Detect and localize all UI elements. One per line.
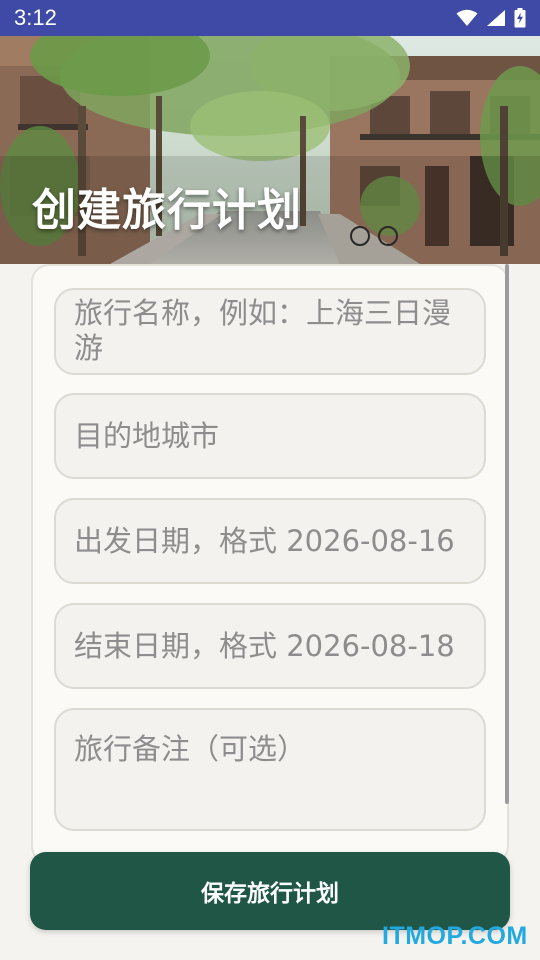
destination-city-placeholder: 目的地城市 <box>74 418 220 453</box>
end-date-input[interactable]: 结束日期，格式 2026-08-18 <box>54 603 486 689</box>
destination-city-input[interactable]: 目的地城市 <box>54 393 486 479</box>
wifi-icon <box>456 9 478 26</box>
scrollbar[interactable] <box>505 264 509 804</box>
watermark-logo: ITMOP.COM <box>382 922 528 950</box>
status-bar: 3:12 <box>0 0 540 36</box>
trip-name-input[interactable]: 旅行名称，例如：上海三日漫游 <box>54 288 486 375</box>
hero-image: 创建旅行计划 <box>0 36 540 264</box>
status-time: 3:12 <box>14 5 57 30</box>
start-date-input[interactable]: 出发日期，格式 2026-08-16 <box>54 498 486 584</box>
trip-name-placeholder: 旅行名称，例如：上海三日漫游 <box>74 296 452 365</box>
end-date-placeholder: 结束日期，格式 2026-08-18 <box>74 628 455 663</box>
signal-icon <box>487 10 505 26</box>
battery-charging-icon <box>514 8 526 28</box>
notes-placeholder: 旅行备注（可选） <box>74 732 307 766</box>
page-title: 创建旅行计划 <box>32 185 302 236</box>
status-icons <box>456 8 526 28</box>
notes-input[interactable]: 旅行备注（可选） <box>54 708 486 831</box>
start-date-placeholder: 出发日期，格式 2026-08-16 <box>74 523 455 558</box>
save-trip-button[interactable]: 保存旅行计划 <box>30 852 510 930</box>
